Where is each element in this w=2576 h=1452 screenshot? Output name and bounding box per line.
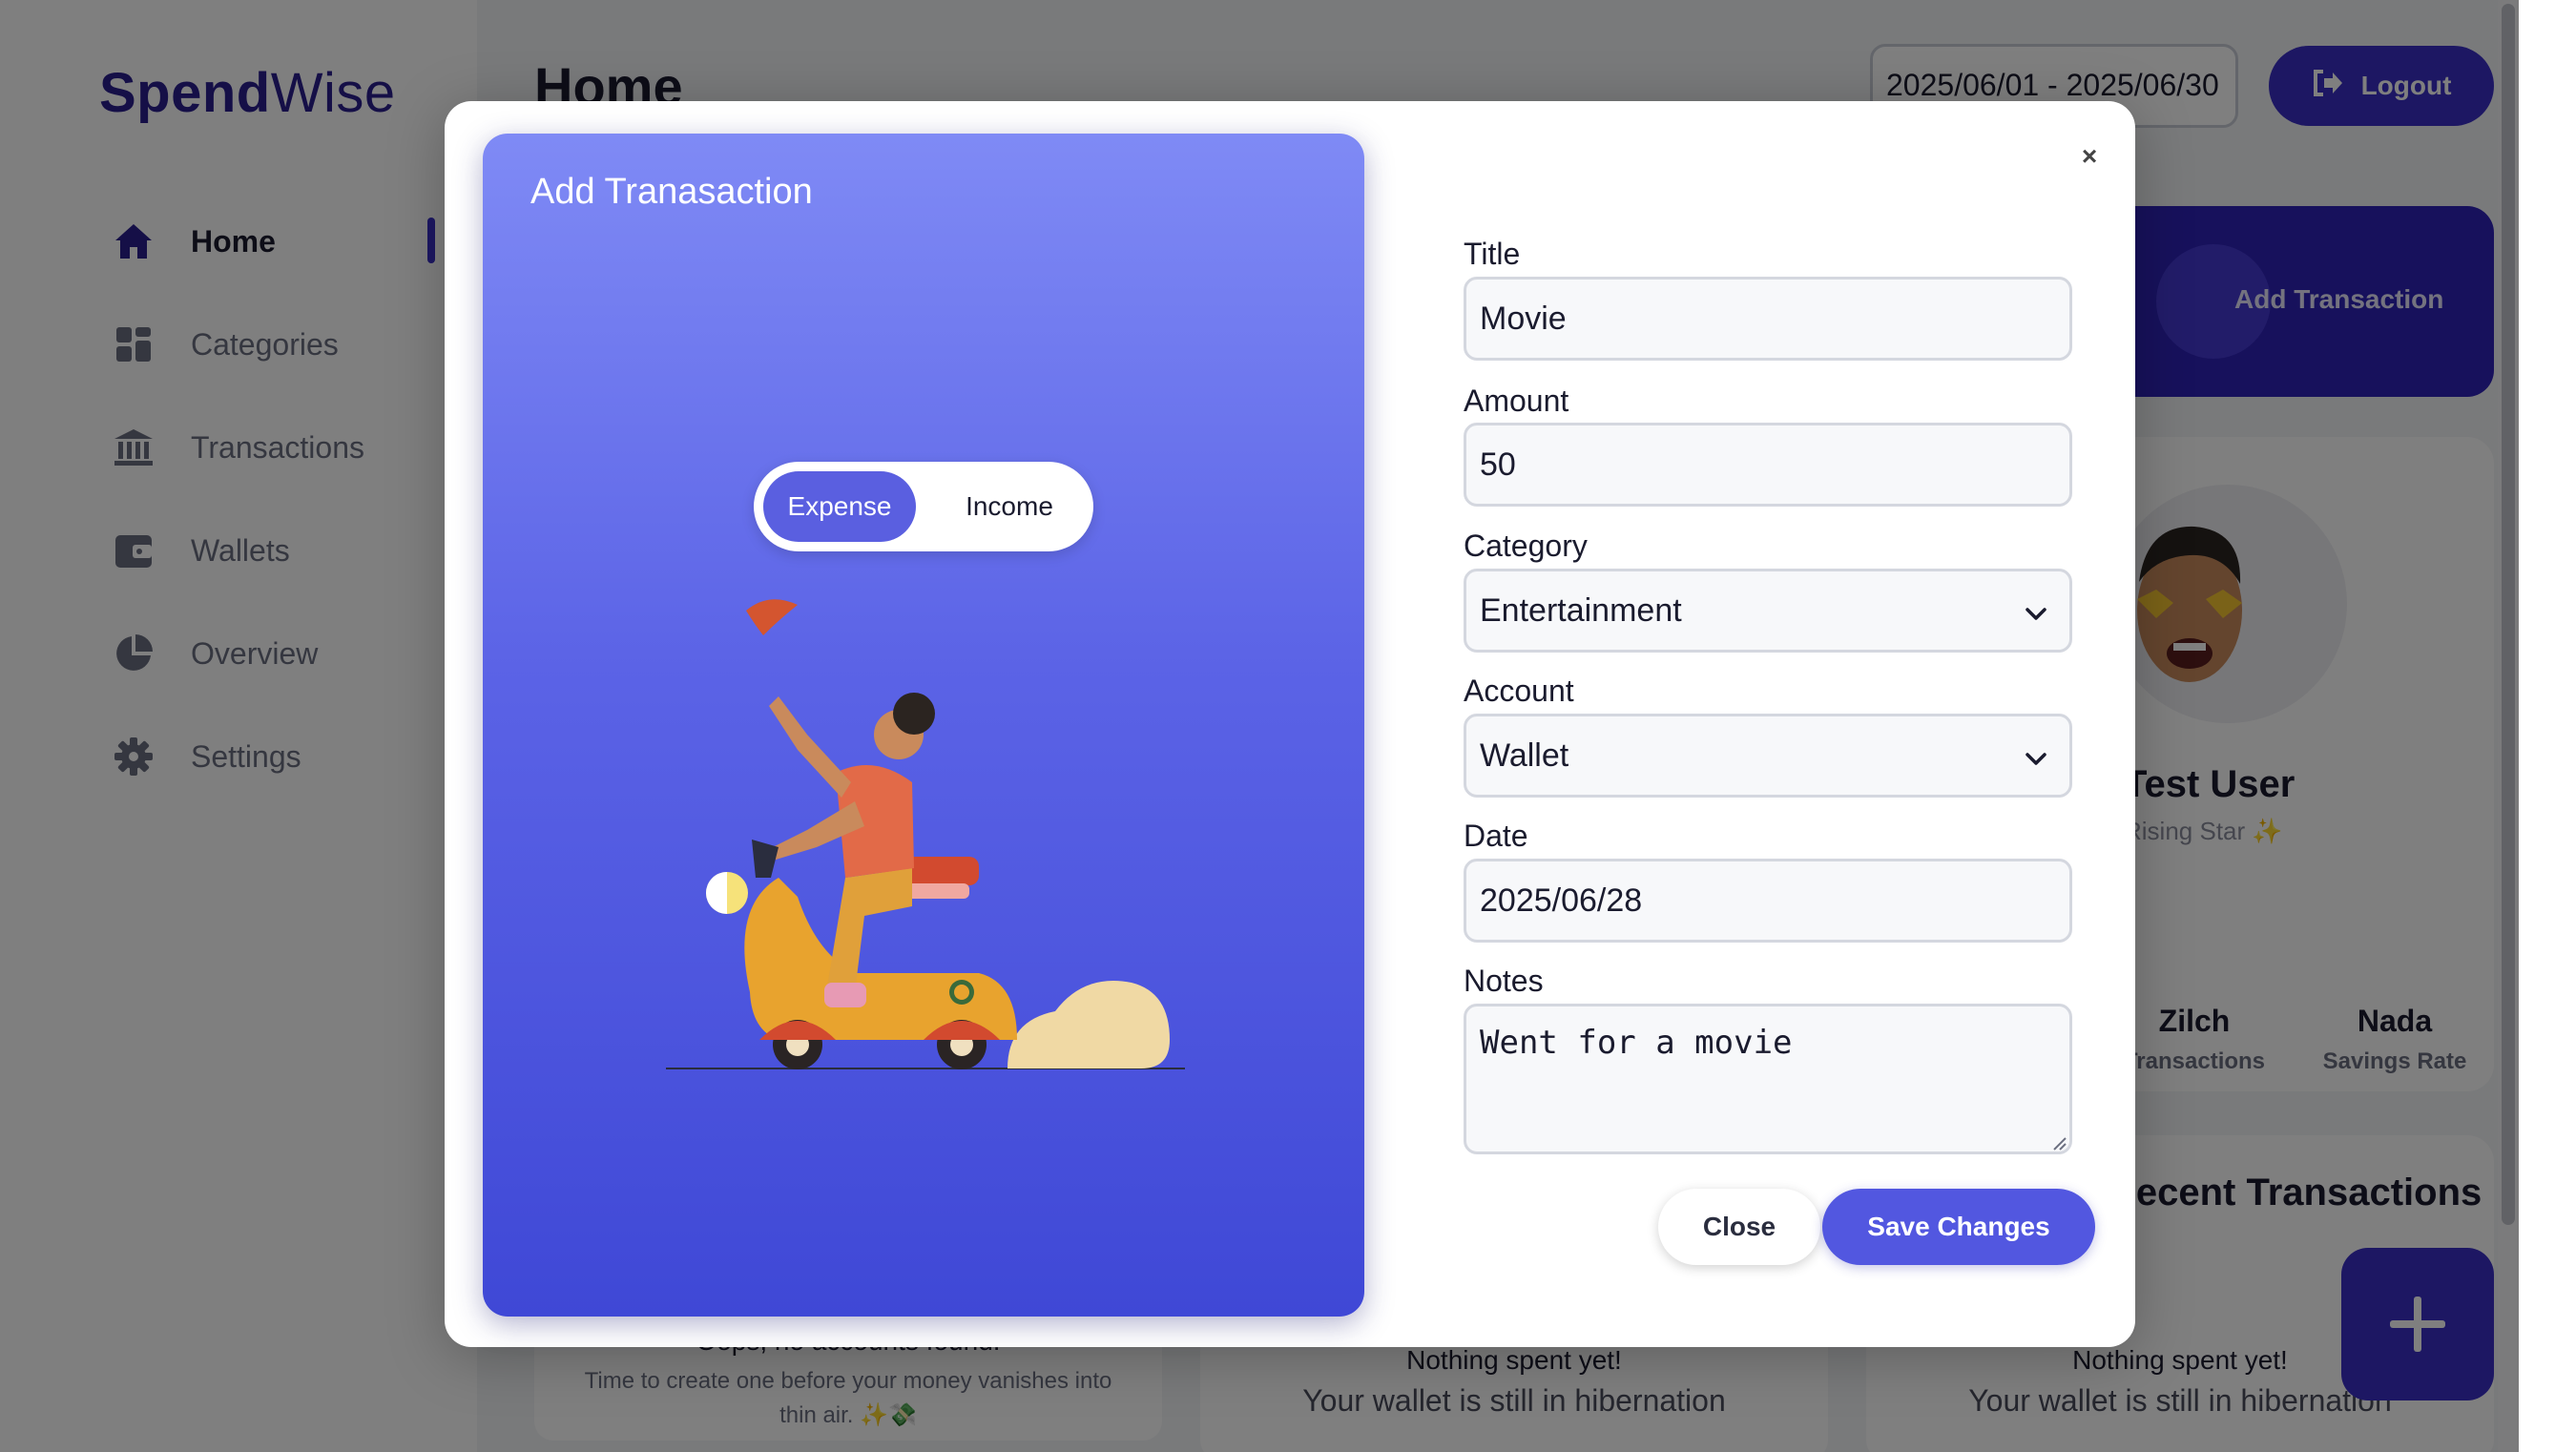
category-value: Entertainment <box>1480 591 1682 629</box>
amount-input[interactable] <box>1464 423 2072 507</box>
close-button[interactable]: Close <box>1658 1189 1820 1265</box>
category-label: Category <box>1464 529 1588 563</box>
transaction-type-toggle[interactable]: Expense Income <box>754 462 1093 551</box>
account-label: Account <box>1464 674 1574 708</box>
date-label: Date <box>1464 819 1528 853</box>
resize-grip-icon[interactable] <box>2051 1135 2067 1151</box>
category-select[interactable]: Entertainment <box>1464 569 2072 653</box>
scooter-illustration <box>664 591 1189 1078</box>
close-icon[interactable]: × <box>2072 139 2107 174</box>
title-label: Title <box>1464 237 1521 271</box>
amount-label: Amount <box>1464 384 1569 418</box>
toggle-income[interactable]: Income <box>933 471 1086 542</box>
notes-textarea[interactable]: Went for a movie <box>1464 1004 2072 1154</box>
chevron-down-icon <box>2025 592 2046 630</box>
date-input[interactable] <box>1464 859 2072 943</box>
chevron-down-icon <box>2025 737 2046 775</box>
window-gutter <box>2519 0 2576 1452</box>
modal-title: Add Tranasaction <box>530 172 813 212</box>
toggle-expense[interactable]: Expense <box>763 471 916 542</box>
title-input[interactable] <box>1464 277 2072 361</box>
account-select[interactable]: Wallet <box>1464 714 2072 798</box>
account-value: Wallet <box>1480 736 1569 774</box>
save-changes-button[interactable]: Save Changes <box>1822 1189 2095 1265</box>
notes-label: Notes <box>1464 964 1544 998</box>
